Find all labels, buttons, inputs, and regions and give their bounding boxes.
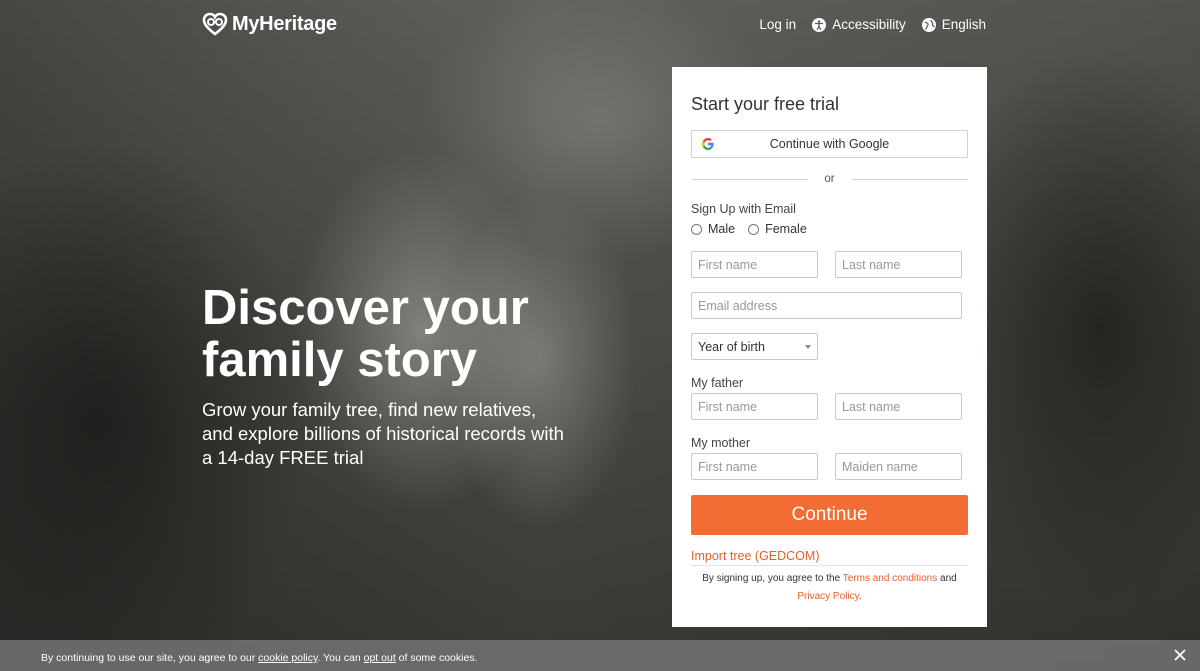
continue-button[interactable]: Continue — [691, 495, 968, 535]
cookie-message: By continuing to use our site, you agree… — [41, 652, 477, 664]
father-first-name-input[interactable] — [691, 393, 818, 420]
continue-with-google-button[interactable]: Continue with Google — [691, 130, 968, 158]
import-divider — [691, 565, 968, 566]
gender-male-option[interactable]: Male — [691, 222, 735, 236]
chevron-down-icon — [805, 345, 811, 349]
female-radio[interactable] — [748, 223, 760, 235]
divider-line-right — [850, 178, 969, 180]
or-text: or — [824, 173, 835, 185]
last-name-input[interactable] — [835, 251, 962, 278]
terms-prefix: By signing up, you agree to the — [702, 573, 841, 584]
terms-link[interactable]: Terms and conditions — [843, 573, 938, 584]
opt-out-link[interactable]: opt out — [364, 652, 396, 664]
myheritage-logo[interactable]: MyHeritage — [202, 12, 337, 36]
terms-suffix: . — [858, 591, 862, 602]
accessibility-label: Accessibility — [832, 17, 906, 32]
divider-line-left — [691, 178, 809, 180]
privacy-policy-link[interactable]: Privacy Policy — [797, 591, 859, 602]
email-input[interactable] — [691, 292, 962, 319]
form-title: Start your free trial — [691, 94, 840, 114]
terms-notice: By signing up, you agree to the Terms an… — [691, 570, 968, 606]
myheritage-logo-icon — [202, 12, 228, 36]
first-name-input[interactable] — [691, 251, 818, 278]
site-header: MyHeritage Log in Accessibility English — [0, 0, 1200, 50]
hero-title: Discover your family story — [202, 281, 529, 387]
signup-form-card: Start your free trial Continue with Goog… — [672, 67, 987, 627]
father-last-name-input[interactable] — [835, 393, 962, 420]
mother-label: My mother — [691, 436, 751, 450]
globe-icon — [921, 17, 936, 32]
gender-female-option[interactable]: Female — [748, 222, 807, 236]
male-radio[interactable] — [691, 223, 702, 235]
accessibility-icon — [812, 17, 827, 32]
female-label: Female — [765, 222, 807, 236]
cookie-middle: . You can — [317, 652, 361, 664]
year-of-birth-value: Year of birth — [698, 339, 765, 354]
hero-subtitle: Grow your family tree, find new relative… — [202, 399, 564, 468]
close-icon[interactable] — [1174, 649, 1186, 661]
mother-first-name-input[interactable] — [691, 453, 818, 480]
cookie-banner: By continuing to use our site, you agree… — [0, 640, 1200, 671]
top-nav: Log in Accessibility English — [759, 17, 986, 32]
logo-text: MyHeritage — [232, 12, 337, 35]
google-button-label: Continue with Google — [769, 137, 890, 151]
import-gedcom-link[interactable]: Import tree (GEDCOM) — [691, 549, 820, 563]
cookie-prefix: By continuing to use our site, you agree… — [41, 652, 256, 664]
accessibility-link[interactable]: Accessibility — [812, 17, 906, 32]
gender-radio-group: Male Female — [691, 222, 807, 236]
or-divider: or — [691, 172, 969, 186]
mother-maiden-name-input[interactable] — [835, 453, 962, 480]
cookie-policy-link[interactable]: cookie policy — [258, 652, 317, 664]
login-link[interactable]: Log in — [759, 17, 796, 32]
cookie-suffix: of some cookies. — [398, 652, 478, 664]
terms-and: and — [940, 573, 957, 584]
father-label: My father — [691, 376, 744, 390]
language-selector[interactable]: English — [921, 17, 986, 32]
signup-email-label: Sign Up with Email — [691, 202, 796, 216]
google-icon — [702, 138, 714, 150]
year-of-birth-select[interactable]: Year of birth — [691, 333, 818, 360]
login-label: Log in — [759, 17, 797, 32]
language-label: English — [941, 17, 986, 32]
male-label: Male — [708, 222, 736, 236]
